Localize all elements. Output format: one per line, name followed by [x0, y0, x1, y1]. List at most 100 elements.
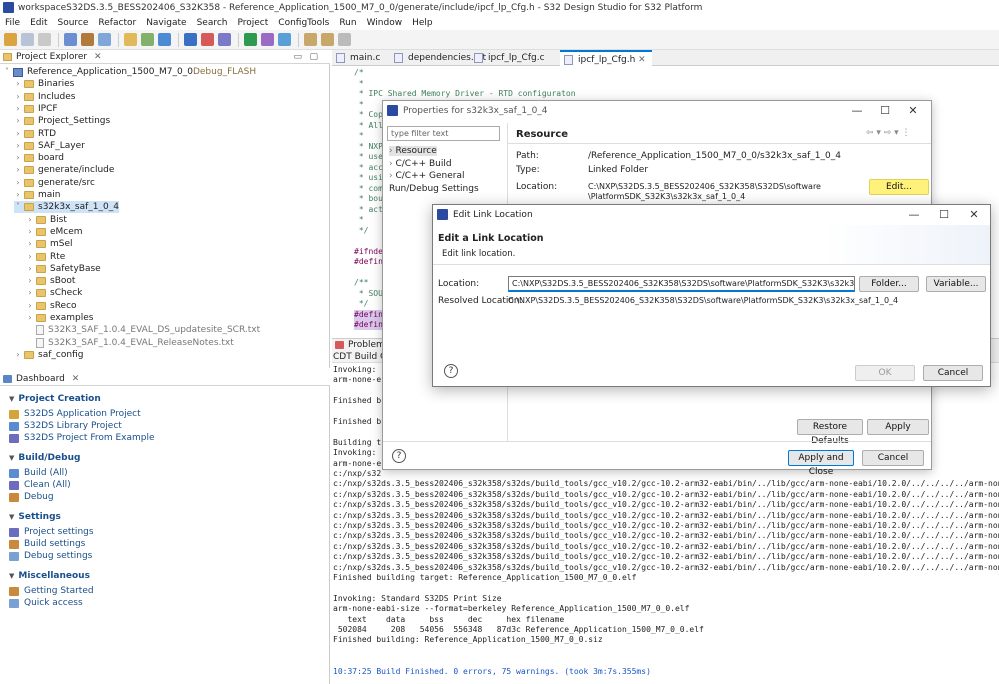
variable-button[interactable]: Variable...: [926, 276, 986, 292]
chevron-icon[interactable]: ›: [26, 238, 34, 250]
dashboard-link[interactable]: Getting Started: [9, 586, 94, 596]
dashboard-link[interactable]: Clean (All): [9, 480, 71, 490]
expand-icon[interactable]: ▼: [9, 395, 14, 403]
maximize-icon[interactable]: ▢: [309, 50, 318, 64]
chevron-icon[interactable]: ›: [14, 349, 22, 361]
chevron-icon[interactable]: ›: [26, 275, 34, 287]
section-miscellaneous[interactable]: ▼ Miscellaneous: [9, 571, 90, 581]
chevron-icon[interactable]: ›: [14, 78, 22, 90]
new-icon[interactable]: [4, 33, 17, 46]
terminal-icon[interactable]: [158, 33, 171, 46]
menu-item-navigate[interactable]: Navigate: [141, 16, 191, 30]
clean-icon[interactable]: [98, 33, 111, 46]
menu-item-file[interactable]: File: [0, 16, 25, 30]
filter-input[interactable]: type filter text: [387, 126, 500, 141]
restore-defaults-button[interactable]: Restore Defaults: [797, 419, 863, 446]
forward-icon[interactable]: [321, 33, 334, 46]
run-icon[interactable]: [244, 33, 257, 46]
folder-button[interactable]: Folder...: [859, 276, 919, 292]
chevron-icon[interactable]: ›: [14, 128, 22, 140]
property-nav-item[interactable]: › C/C++ Build: [389, 159, 452, 169]
tree-item[interactable]: › board: [14, 152, 64, 164]
build-config-icon[interactable]: [64, 33, 77, 46]
close-icon[interactable]: ✕: [94, 52, 102, 62]
help-icon[interactable]: ?: [392, 449, 406, 463]
chevron-icon[interactable]: ›: [14, 177, 22, 189]
open-type-icon[interactable]: [141, 33, 154, 46]
tree-item[interactable]: › Binaries: [14, 78, 74, 90]
minimize-icon[interactable]: ▭: [293, 50, 302, 64]
menu-item-run[interactable]: Run: [334, 16, 361, 30]
tree-item[interactable]: › sCheck: [26, 287, 82, 299]
dashboard-link[interactable]: S32DS Library Project: [9, 421, 122, 431]
stop-icon[interactable]: [201, 33, 214, 46]
editor-tab[interactable]: main.c: [332, 50, 388, 66]
menu-item-project[interactable]: Project: [232, 16, 273, 30]
dashboard-link[interactable]: Debug: [9, 492, 54, 502]
menu-item-edit[interactable]: Edit: [25, 16, 52, 30]
save-icon[interactable]: [21, 33, 34, 46]
maximize-button[interactable]: ☐: [871, 101, 899, 121]
chevron-icon[interactable]: ˅: [3, 66, 11, 78]
chevron-icon[interactable]: ›: [14, 189, 22, 201]
dashboard-tab[interactable]: Dashboard ✕: [0, 372, 330, 386]
editor-tab[interactable]: ipcf_lp_Cfg.h ✕: [560, 50, 652, 66]
menu-item-source[interactable]: Source: [53, 16, 94, 30]
chevron-icon[interactable]: ›: [14, 115, 22, 127]
tree-item[interactable]: › Bist: [26, 214, 67, 226]
expand-icon[interactable]: ▼: [9, 454, 14, 462]
apply-and-close-button[interactable]: Apply and Close: [788, 450, 854, 477]
dashboard-link[interactable]: Quick access: [9, 598, 83, 608]
property-nav-item[interactable]: › C/C++ General: [389, 171, 464, 181]
tree-item[interactable]: › generate/src: [14, 177, 95, 189]
flash-icon[interactable]: [218, 33, 231, 46]
help-icon[interactable]: ?: [444, 364, 458, 378]
chevron-icon[interactable]: ›: [14, 91, 22, 103]
menu-item-search[interactable]: Search: [192, 16, 233, 30]
section-project-creation[interactable]: ▼ Project Creation: [9, 394, 101, 404]
tree-item[interactable]: › eMcem: [26, 226, 82, 238]
editor-tab[interactable]: dependencies.txt: [390, 50, 486, 66]
tree-item[interactable]: › examples: [26, 312, 93, 324]
menu-item-refactor[interactable]: Refactor: [93, 16, 141, 30]
cancel-button[interactable]: Cancel: [923, 365, 983, 381]
chevron-icon[interactable]: ›: [26, 214, 34, 226]
dashboard-link[interactable]: Build (All): [9, 468, 68, 478]
tree-item[interactable]: › main: [14, 189, 60, 201]
project-explorer-tab[interactable]: Project Explorer ✕ ▭ ▢: [0, 50, 330, 64]
tree-item[interactable]: › SafetyBase: [26, 263, 100, 275]
chevron-icon[interactable]: ›: [26, 312, 34, 324]
chevron-icon[interactable]: ›: [26, 226, 34, 238]
chevron-icon[interactable]: ›: [14, 164, 22, 176]
minimize-button[interactable]: —: [843, 101, 871, 121]
dashboard-link[interactable]: Build settings: [9, 539, 85, 549]
new-folder-icon[interactable]: [124, 33, 137, 46]
tree-item[interactable]: › sBoot: [26, 275, 75, 287]
menu-item-configtools[interactable]: ConfigTools: [273, 16, 334, 30]
chevron-icon[interactable]: ›: [26, 300, 34, 312]
chevron-icon[interactable]: ›: [14, 152, 22, 164]
tree-item[interactable]: › sReco: [26, 300, 76, 312]
tree-item[interactable]: › generate/include: [14, 164, 114, 176]
dashboard-link[interactable]: S32DS Project From Example: [9, 433, 155, 443]
chevron-icon[interactable]: ›: [26, 251, 34, 263]
chevron-icon[interactable]: ›: [14, 103, 22, 115]
tree-item-file[interactable]: S32K3_SAF_1.0.4_EVAL_ReleaseNotes.txt: [26, 337, 234, 349]
external-tools-icon[interactable]: [261, 33, 274, 46]
build-icon[interactable]: [81, 33, 94, 46]
ok-button[interactable]: OK: [855, 365, 915, 381]
editor-tab[interactable]: ipcf_lp_Cfg.c: [470, 50, 558, 66]
dashboard-link[interactable]: S32DS Application Project: [9, 409, 141, 419]
tree-item[interactable]: › mSel: [26, 238, 72, 250]
tree-item[interactable]: › saf_config: [14, 349, 83, 361]
back-nav-icon[interactable]: ⇦ ▾ ⇨ ▾ ⋮: [866, 128, 911, 138]
dashboard-link[interactable]: Debug settings: [9, 551, 92, 561]
tree-item-project[interactable]: ˅ Reference_Application_1500_M7_0_0 Debug…: [3, 66, 256, 78]
tree-item[interactable]: › IPCF: [14, 103, 57, 115]
apply-button[interactable]: Apply: [867, 419, 929, 435]
close-button[interactable]: ✕: [899, 101, 927, 121]
tree-item[interactable]: › SAF_Layer: [14, 140, 84, 152]
edit-location-button[interactable]: Edit...: [869, 179, 929, 195]
pin-icon[interactable]: [338, 33, 351, 46]
section-build-debug[interactable]: ▼ Build/Debug: [9, 453, 80, 463]
